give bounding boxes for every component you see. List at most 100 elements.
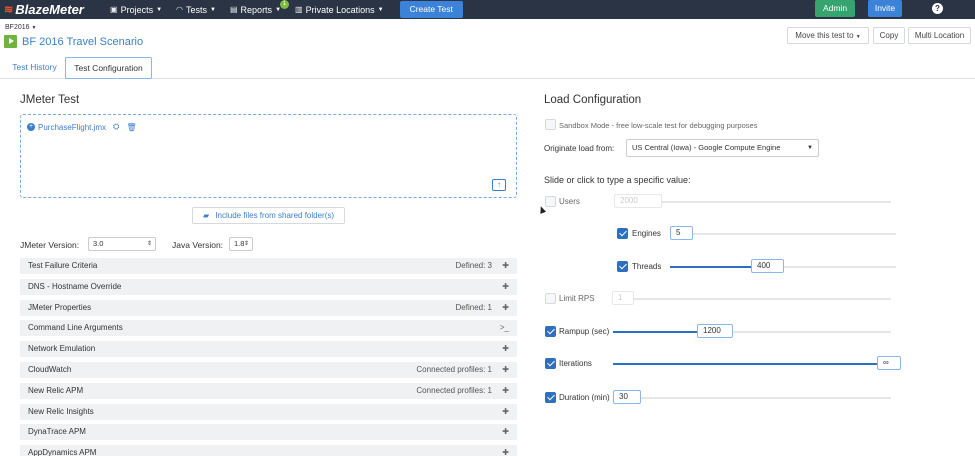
duration-value-input[interactable]: 30 [613,390,641,404]
config-section-name: DynaTrace APM [28,427,86,436]
java-version-select[interactable]: 1.8 ⇕ [229,237,253,251]
add-circle-icon[interactable]: + [27,123,35,131]
multi-location-button[interactable]: Multi Location [908,27,971,44]
include-shared-files-button[interactable]: ▰ Include files from shared folder(s) [192,207,345,224]
config-section-name: Network Emulation [28,344,96,353]
config-section-row[interactable]: Test Failure Criteria Defined: 3 ✚ [20,258,517,274]
jmeter-version-label: JMeter Version: [20,240,80,250]
updown-arrows-icon: ⇕ [243,241,249,247]
nav-private-locations[interactable]: ▥ Private Locations ▼ [295,5,384,15]
chevron-down-icon: ▼ [855,34,861,40]
engines-slider-track[interactable] [670,233,896,235]
originate-location-select[interactable]: US Central (Iowa) - Google Compute Engin… [626,139,819,157]
include-shared-files-label: Include files from shared folder(s) [215,211,335,220]
top-navbar: ≋ BlazeMeter ▣ Projects ▼ ◠ Tests ▼ ▤ Re… [0,0,975,19]
chevron-down-icon: ▼ [31,25,37,31]
puzzle-icon: ✚ [502,386,509,395]
config-section-meta: Defined: 3 [455,261,492,270]
config-section-name: JMeter Properties [28,303,92,312]
copy-button[interactable]: Copy [873,27,905,44]
config-section-row[interactable]: Network Emulation ✚ [20,341,517,357]
config-section-row[interactable]: DynaTrace APM ✚ [20,424,517,440]
sandbox-checkbox[interactable] [545,119,556,130]
config-section-name: New Relic Insights [28,407,94,416]
reports-badge: 1 [280,0,290,9]
config-section-row[interactable]: DNS - Hostname Override ✚ [20,279,517,295]
threads-checkbox[interactable] [617,261,628,272]
page-title[interactable]: BF 2016 Travel Scenario [22,36,143,48]
jmeter-version-select[interactable]: 3.0 ⇕ [88,237,156,251]
server-icon: ▥ [295,5,303,14]
engines-checkbox[interactable] [617,228,628,239]
limit_rps-value-input[interactable]: 1 [612,291,634,305]
file-name-link[interactable]: PurchaseFlight.jmx [38,123,106,132]
iterations-checkbox[interactable] [545,358,556,369]
binoculars-icon[interactable]: ⛭ [113,122,119,132]
duration-checkbox[interactable] [545,392,556,403]
puzzle-icon: ✚ [502,448,509,456]
admin-button[interactable]: Admin [815,0,855,17]
config-section-row[interactable]: New Relic APM Connected profiles: 1 ✚ [20,383,517,399]
chevron-down-icon: ▼ [377,6,384,13]
puzzle-icon: ✚ [502,344,509,353]
limit_rps-label: Limit RPS [559,294,595,303]
jmeter-version-value: 3.0 [93,239,104,248]
threads-slider-fill [670,266,751,268]
rampup-checkbox[interactable] [545,326,556,337]
briefcase-icon: ▣ [110,5,118,14]
invite-button[interactable]: Invite [868,0,902,17]
move-test-button[interactable]: Move this test to ▼ [787,27,869,44]
sandbox-label: Sandbox Mode - free low-scale test for d… [559,121,758,130]
file-dropzone[interactable]: + PurchaseFlight.jmx ⛭ 🗑 ↑ [20,114,517,198]
create-test-button[interactable]: Create Test [399,1,463,18]
trash-icon[interactable]: 🗑 [126,123,136,132]
users-checkbox[interactable] [545,196,556,207]
puzzle-icon: ✚ [502,407,509,416]
config-section-name: Test Failure Criteria [28,261,98,270]
blazemeter-logo[interactable]: ≋ BlazeMeter [0,2,104,17]
nav-projects-label: Projects [120,4,154,15]
puzzle-icon: ✚ [502,365,509,374]
nav-projects[interactable]: ▣ Projects ▼ [110,5,162,15]
config-section-row[interactable]: JMeter Properties Defined: 1 ✚ [20,300,517,316]
config-section-name: AppDynamics APM [28,448,97,456]
config-section-meta: Connected profiles: 1 [416,365,492,374]
config-section-name: CloudWatch [28,365,72,374]
terminal-icon: >_ [499,323,509,332]
nav-reports[interactable]: ▤ Reports ▼ 1 [230,0,290,15]
chevron-down-icon: ▼ [210,6,216,13]
limit_rps-slider-track[interactable] [612,298,891,300]
file-item: + PurchaseFlight.jmx ⛭ 🗑 [27,122,137,132]
folder-icon: ▰ [202,211,210,220]
jmeter-test-heading: JMeter Test [20,94,80,106]
config-section-name: New Relic APM [28,386,84,395]
config-section-name: DNS - Hostname Override [28,282,122,291]
engines-value-input[interactable]: 5 [670,226,693,240]
speedometer-icon: ◠ [176,5,184,14]
config-section-row[interactable]: CloudWatch Connected profiles: 1 ✚ [20,362,517,378]
limit_rps-checkbox[interactable] [545,293,556,304]
nav-tests[interactable]: ◠ Tests ▼ [176,5,216,15]
help-icon[interactable]: ? [932,3,943,14]
puzzle-icon: ✚ [502,427,509,436]
rampup-value-input[interactable]: 1200 [697,324,733,338]
users-label: Users [559,197,580,206]
breadcrumb-label: BF2016 [5,24,30,31]
upload-icon[interactable]: ↑ [492,179,506,191]
duration-slider-track[interactable] [613,397,891,399]
config-section-row[interactable]: Command Line Arguments >_ [20,320,517,336]
puzzle-icon: ✚ [502,261,509,270]
breadcrumb[interactable]: BF2016 ▼ [5,24,36,31]
users-value-input[interactable]: 2000 [614,194,662,208]
logo-text: BlazeMeter [15,2,84,17]
play-icon[interactable] [4,35,17,48]
config-section-row[interactable]: New Relic Insights ✚ [20,404,517,420]
config-section-row[interactable]: AppDynamics APM ✚ [20,445,517,456]
tab-test-configuration[interactable]: Test Configuration [65,57,152,79]
threads-value-input[interactable]: 400 [751,259,784,273]
nav-private-locations-label: Private Locations [305,4,375,15]
originate-label: Originate load from: [544,144,615,153]
iterations-value-input[interactable]: ∞ [877,356,901,370]
nav-tests-label: Tests [186,4,208,15]
tab-test-history[interactable]: Test History [6,57,63,79]
